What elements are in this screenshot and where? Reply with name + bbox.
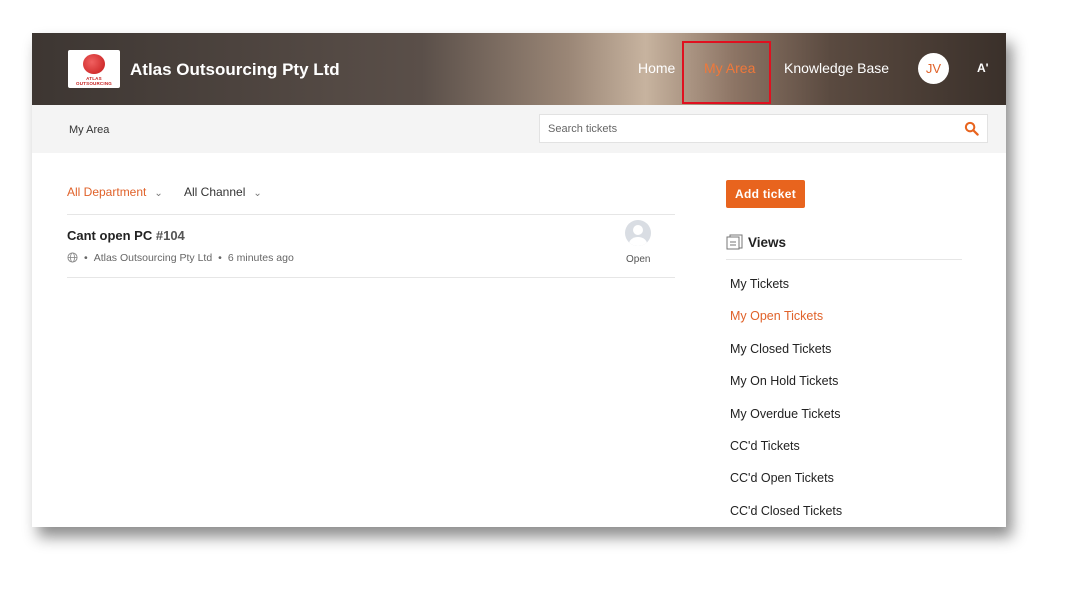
ticket-title[interactable]: Cant open PC #104 (67, 228, 185, 243)
department-filter[interactable]: All Department ⌄ (67, 185, 163, 199)
channel-filter[interactable]: All Channel ⌄ (184, 185, 262, 199)
channel-filter-label: All Channel (184, 185, 246, 199)
user-avatar-icon (625, 220, 651, 246)
logo-globe-icon (83, 54, 105, 74)
view-ccd-closed-tickets[interactable]: CC'd Closed Tickets (730, 504, 842, 527)
views-title: Views (748, 235, 787, 250)
ticket-organization: Atlas Outsourcing Pty Ltd (93, 252, 213, 264)
divider (726, 259, 962, 260)
add-ticket-button[interactable]: Add ticket (726, 180, 805, 208)
breadcrumb-bar: My Area (32, 105, 1006, 153)
view-my-open-tickets[interactable]: My Open Tickets (730, 309, 842, 341)
brand-name[interactable]: Atlas Outsourcing Pty Ltd (130, 60, 340, 80)
search-icon[interactable] (964, 121, 979, 136)
logo-text: ATLAS OUTSOURCING (76, 76, 112, 86)
ticket-subject[interactable]: Cant open PC (67, 228, 152, 243)
search-box[interactable] (539, 114, 988, 143)
views-icon (726, 234, 743, 250)
view-my-overdue-tickets[interactable]: My Overdue Tickets (730, 407, 842, 439)
top-header: ATLAS OUTSOURCING Atlas Outsourcing Pty … (32, 33, 1006, 105)
ticket-number[interactable]: #104 (156, 228, 185, 243)
chevron-down-icon: ⌄ (253, 188, 262, 199)
view-my-on-hold-tickets[interactable]: My On Hold Tickets (730, 374, 842, 406)
view-ccd-tickets[interactable]: CC'd Tickets (730, 439, 842, 471)
view-ccd-open-tickets[interactable]: CC'd Open Tickets (730, 471, 842, 503)
nav-home[interactable]: Home (638, 60, 675, 76)
app-window: ATLAS OUTSOURCING Atlas Outsourcing Pty … (32, 33, 1006, 527)
breadcrumb[interactable]: My Area (69, 124, 109, 136)
ticket-meta: • Atlas Outsourcing Pty Ltd • 6 minutes ago (67, 252, 294, 264)
chevron-down-icon: ⌄ (154, 188, 163, 199)
separator: • (84, 252, 88, 264)
ticket-time: 6 minutes ago (227, 252, 294, 264)
company-logo[interactable]: ATLAS OUTSOURCING (68, 50, 120, 88)
highlight-box (682, 41, 771, 104)
nav-knowledge-base[interactable]: Knowledge Base (784, 60, 889, 76)
search-input[interactable] (540, 115, 966, 142)
separator: • (218, 252, 222, 264)
view-my-tickets[interactable]: My Tickets (730, 277, 842, 309)
department-filter-label: All Department (67, 185, 147, 199)
user-avatar[interactable]: JV (918, 53, 949, 84)
view-my-closed-tickets[interactable]: My Closed Tickets (730, 342, 842, 374)
divider (67, 214, 675, 215)
views-list: My Tickets My Open Tickets My Closed Tic… (730, 277, 842, 527)
globe-icon (67, 252, 78, 263)
status-badge: Open (626, 254, 651, 265)
divider (67, 277, 675, 278)
font-size-icon[interactable]: A' (977, 61, 989, 75)
